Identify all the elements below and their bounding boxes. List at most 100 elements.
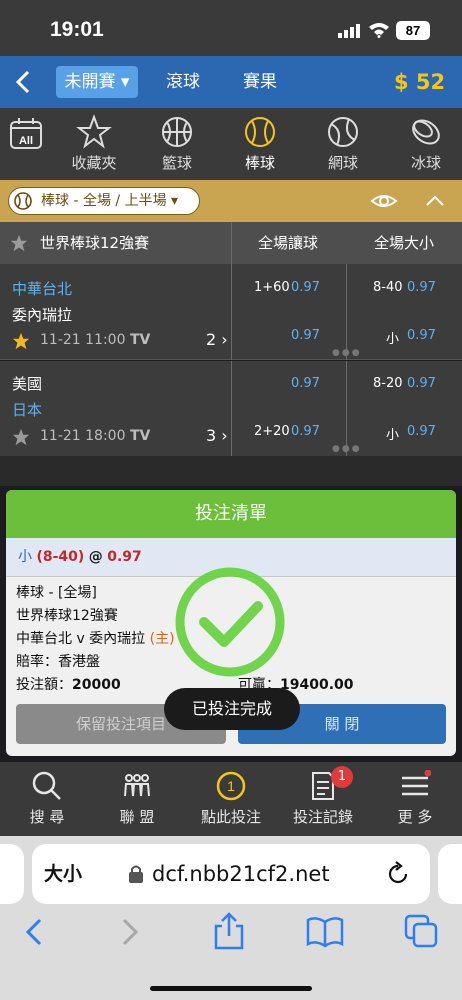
total-odds[interactable]: 0.97: [407, 424, 436, 439]
baseball-icon: [14, 192, 32, 210]
bet-match-teams: 中華台北 v 委內瑞拉: [16, 631, 146, 647]
pager-dots: ●●●: [332, 348, 362, 358]
signal-icon: [338, 24, 360, 38]
tv-badge: TV: [130, 428, 151, 444]
more-markets-link[interactable]: 3 ›: [206, 426, 228, 445]
handicap-odds[interactable]: 0.97: [291, 424, 320, 439]
share-icon[interactable]: [212, 912, 246, 950]
handicap-odds[interactable]: 0.97: [291, 328, 320, 343]
bet-slip-title: 投注清單: [6, 490, 456, 538]
match-datetime: 11-21 11:00: [40, 332, 126, 348]
selection-line: (8-40): [36, 549, 85, 565]
handicap-odds[interactable]: 0.97: [291, 280, 320, 295]
bet-count-icon: 1: [216, 771, 246, 801]
sport-favorites[interactable]: 收藏夾: [54, 114, 134, 173]
market-filter-label: 棒球 - 全場 / 上半場 ▾: [41, 193, 179, 209]
favorite-star-icon[interactable]: [12, 428, 30, 446]
bookmarks-icon[interactable]: [306, 916, 344, 948]
nav-league[interactable]: 聯 盟: [94, 770, 180, 827]
market-filter-bar: 棒球 - 全場 / 上半場 ▾: [0, 180, 462, 222]
away-team: 委內瑞拉: [12, 306, 73, 324]
sports-row: All 收藏夾 籃球 棒球 網球 冰球: [0, 108, 462, 180]
lock-icon: [129, 865, 143, 883]
selection-side: 小: [18, 549, 32, 565]
home-indicator: [150, 986, 312, 991]
total-odds[interactable]: 0.97: [407, 376, 436, 391]
away-team: 日本: [12, 401, 43, 419]
sport-basketball[interactable]: 籃球: [137, 114, 217, 173]
total-line: 小: [386, 332, 400, 347]
col-handicap: 全場讓球: [258, 234, 319, 252]
nav-label: 更 多: [397, 808, 433, 826]
tennis-icon: [328, 117, 358, 147]
all-label: All: [19, 135, 33, 147]
back-chevron-icon[interactable]: [10, 66, 38, 98]
tab-live[interactable]: 滾球: [166, 66, 200, 98]
nav-place-bet[interactable]: 1 點此投注: [188, 770, 274, 827]
nav-bet-record[interactable]: 投注記錄 1: [280, 766, 366, 827]
tab-upcoming[interactable]: 未開賽 ▾: [56, 66, 138, 98]
menu-icon: [402, 770, 431, 796]
all-icon: All: [10, 118, 42, 149]
url-text: dcf.nbb21cf2.net: [152, 862, 330, 886]
match-row[interactable]: 中華台北 委內瑞拉 11-21 11:00 TV 2 › 1+60 0.97 8…: [0, 264, 462, 360]
total-line: 8-40: [373, 280, 403, 295]
selection-at: @: [88, 549, 103, 565]
success-check-icon: [175, 567, 285, 677]
handicap-line: 1+60: [254, 280, 290, 295]
prev-tab-peek[interactable]: [0, 844, 24, 904]
league-name: 世界棒球12強賽: [40, 234, 150, 252]
pager-dots: ●●●: [332, 444, 362, 454]
notification-badge: 1: [331, 766, 353, 788]
tab-results[interactable]: 賽果: [243, 66, 277, 98]
match-datetime: 11-21 18:00: [40, 428, 126, 444]
status-bar: 19:01 87: [0, 0, 462, 56]
home-tag: (主): [149, 631, 175, 647]
handicap-odds[interactable]: 0.97: [291, 376, 320, 391]
success-toast: 已投注完成: [164, 688, 300, 730]
tabs-icon[interactable]: [404, 914, 440, 950]
eye-icon[interactable]: [370, 190, 398, 212]
next-tab-peek[interactable]: [438, 844, 462, 904]
reload-icon[interactable]: [384, 860, 412, 888]
sport-label: 冰球: [410, 154, 441, 172]
sport-label: 收藏夾: [71, 154, 117, 172]
sport-hockey[interactable]: 冰球: [386, 114, 462, 173]
text-size-button[interactable]: 大小: [44, 844, 82, 904]
total-line: 8-20: [373, 376, 403, 391]
browser-forward-icon[interactable]: [116, 916, 144, 948]
search-icon: [32, 771, 61, 800]
market-filter-dropdown[interactable]: 棒球 - 全場 / 上半場 ▾: [8, 187, 200, 215]
stake-value: 20000: [72, 677, 121, 693]
browser-back-icon[interactable]: [20, 916, 48, 948]
total-odds[interactable]: 0.97: [407, 328, 436, 343]
league-icon: [124, 774, 150, 797]
sport-tennis[interactable]: 網球: [303, 114, 383, 173]
favorite-star-icon[interactable]: [10, 234, 28, 252]
match-row[interactable]: 美國 日本 11-21 18:00 TV 3 › 0.97 8-20 0.97 …: [0, 361, 462, 456]
home-team: 美國: [12, 375, 43, 393]
col-total: 全場大小: [374, 234, 435, 252]
address-bar[interactable]: 大小 dcf.nbb21cf2.net: [32, 844, 430, 904]
sport-baseball[interactable]: 棒球: [220, 114, 300, 173]
stake-label: 投注額：: [16, 677, 72, 693]
total-line: 小: [386, 428, 400, 443]
favorite-star-icon[interactable]: [12, 332, 30, 350]
backdrop: [0, 456, 462, 486]
basketball-icon: [162, 117, 192, 147]
nav-search[interactable]: 搜 尋: [4, 770, 90, 827]
nav-more[interactable]: 更 多: [372, 770, 458, 827]
total-odds[interactable]: 0.97: [407, 280, 436, 295]
hockey-icon: [412, 119, 440, 145]
wifi-icon: [369, 23, 389, 38]
status-time: 19:01: [50, 18, 104, 41]
nav-label: 聯 盟: [119, 808, 155, 826]
sport-label: 網球: [327, 154, 358, 172]
sport-label: 籃球: [161, 154, 192, 172]
top-header: 未開賽 ▾ 滾球 賽果 $ 52 ▾: [0, 56, 462, 126]
collapse-chevron-icon[interactable]: [424, 192, 446, 210]
nav-label: 搜 尋: [29, 808, 65, 826]
selection-odds: 0.97: [107, 549, 142, 565]
star-icon: [76, 114, 112, 149]
more-markets-link[interactable]: 2 ›: [206, 330, 228, 349]
